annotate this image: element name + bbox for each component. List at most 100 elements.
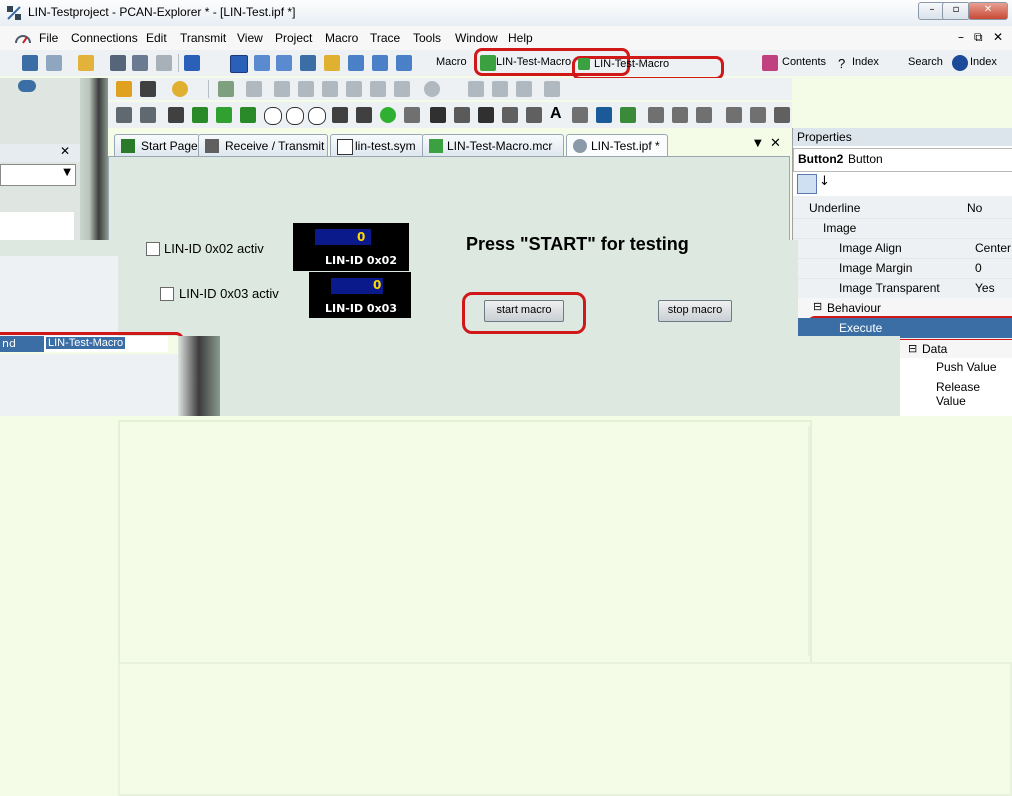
- left-selected-key[interactable]: nd: [0, 336, 44, 352]
- stop-macro-button[interactable]: stop macro: [658, 300, 732, 322]
- window-grid-icon[interactable]: [348, 55, 364, 71]
- battery-icon[interactable]: [192, 107, 208, 123]
- left-panel-close-button[interactable]: ✕: [60, 144, 70, 158]
- help-index2-button[interactable]: Index: [970, 56, 997, 68]
- redo-icon[interactable]: [394, 81, 410, 97]
- settings-icon[interactable]: [774, 107, 790, 123]
- window-stack-icon[interactable]: [372, 55, 388, 71]
- prop-row-image[interactable]: Image: [793, 218, 1012, 239]
- help-search-button[interactable]: Search: [908, 56, 943, 68]
- stop-icon[interactable]: [246, 81, 262, 97]
- mdi-document-icon[interactable]: [14, 30, 32, 46]
- spark-icon[interactable]: [478, 107, 494, 123]
- checkbox-tool-icon[interactable]: [184, 55, 200, 71]
- grid-icon[interactable]: [726, 107, 742, 123]
- tab-close-button[interactable]: ✕: [770, 136, 781, 151]
- folder-panel-icon[interactable]: [324, 55, 340, 71]
- label-icon[interactable]: [430, 107, 446, 123]
- prop-row-image-margin[interactable]: Image Margin 0: [793, 258, 1012, 279]
- lamp-icon[interactable]: [380, 107, 396, 123]
- window-cascade-icon[interactable]: [276, 55, 292, 71]
- pointer-icon[interactable]: [116, 107, 132, 123]
- menu-edit[interactable]: Edit: [146, 31, 167, 45]
- prop-row-underline[interactable]: Underline No: [793, 198, 1012, 219]
- text-tool-icon[interactable]: A: [550, 105, 562, 123]
- window-tile-icon[interactable]: [254, 55, 270, 71]
- menu-help[interactable]: Help: [508, 31, 533, 45]
- tab-lin-test-macro[interactable]: LIN-Test-Macro.mcr: [422, 134, 564, 157]
- delete-icon[interactable]: [346, 81, 362, 97]
- lin-id-03-checkbox[interactable]: [160, 287, 174, 301]
- menu-transmit[interactable]: Transmit: [180, 31, 226, 45]
- window-layout-icon[interactable]: [230, 55, 248, 73]
- line-chart-icon[interactable]: [648, 107, 664, 123]
- timer-icon[interactable]: [172, 81, 188, 97]
- prop-row-push-value[interactable]: Push Value: [936, 360, 997, 374]
- lightning-icon[interactable]: [140, 107, 156, 123]
- dial-icon[interactable]: [286, 107, 304, 125]
- lin-id-02-checkbox[interactable]: [146, 242, 160, 256]
- menu-tools[interactable]: Tools: [413, 31, 441, 45]
- splitter-lower[interactable]: [178, 336, 220, 416]
- start-macro-button[interactable]: start macro: [484, 300, 564, 322]
- align3-icon[interactable]: [516, 81, 532, 97]
- new-project-icon[interactable]: [22, 55, 38, 71]
- grid2-icon[interactable]: [750, 107, 766, 123]
- button-icon[interactable]: [240, 107, 256, 123]
- find-icon[interactable]: [424, 81, 440, 97]
- left-panel-combo[interactable]: ▼: [0, 164, 76, 186]
- menu-trace[interactable]: Trace: [370, 31, 400, 45]
- align2-icon[interactable]: [492, 81, 508, 97]
- connect-icon[interactable]: [116, 81, 132, 97]
- close-button[interactable]: ✕: [968, 2, 1008, 20]
- bring-front-icon[interactable]: [544, 81, 560, 97]
- edit-trace-icon[interactable]: [696, 107, 712, 123]
- paste-icon[interactable]: [322, 81, 338, 97]
- mdi-close-button[interactable]: ✕: [993, 30, 1003, 44]
- hex-icon[interactable]: [502, 107, 518, 123]
- cut-icon[interactable]: [274, 81, 290, 97]
- window-split-icon[interactable]: [396, 55, 412, 71]
- restore-button[interactable]: ▫: [942, 2, 970, 20]
- chart-icon[interactable]: [404, 107, 420, 123]
- pen-icon[interactable]: [526, 107, 542, 123]
- alphabetical-icon[interactable]: ↓: [819, 174, 830, 189]
- menu-macro[interactable]: Macro: [325, 31, 358, 45]
- splitter[interactable]: [80, 78, 108, 248]
- prop-row-image-align[interactable]: Image Align Center: [793, 238, 1012, 259]
- bar-icon[interactable]: [356, 107, 372, 123]
- help-index-button[interactable]: Index: [852, 56, 879, 68]
- save-icon[interactable]: [110, 55, 126, 71]
- menu-connections[interactable]: Connections: [71, 31, 138, 45]
- left-selected-value[interactable]: LIN-Test-Macro: [44, 336, 168, 352]
- menu-window[interactable]: Window: [455, 31, 498, 45]
- gauge-icon[interactable]: [264, 107, 282, 125]
- prop-row-execute[interactable]: Execute: [793, 318, 1012, 338]
- align-icon[interactable]: [468, 81, 484, 97]
- led-icon[interactable]: [216, 107, 232, 123]
- copy-icon[interactable]: [298, 81, 314, 97]
- macro-combo[interactable]: LIN-Test-Macro: [496, 56, 571, 68]
- tab-list-dropdown[interactable]: ▼: [754, 138, 762, 149]
- meter-icon[interactable]: [308, 107, 326, 125]
- trace-icon[interactable]: [672, 107, 688, 123]
- open-folder-icon[interactable]: [78, 55, 94, 71]
- panel-group-icon[interactable]: [620, 107, 636, 123]
- prop-row-release-value[interactable]: Release Value: [936, 380, 1012, 408]
- display-icon[interactable]: [454, 107, 470, 123]
- picture-icon[interactable]: [596, 107, 612, 123]
- print-icon[interactable]: [156, 55, 172, 71]
- macro-run-icon[interactable]: [480, 55, 496, 71]
- help-contents-button[interactable]: Contents: [782, 56, 826, 68]
- categorized-icon[interactable]: [797, 174, 817, 194]
- check-icon[interactable]: [218, 81, 234, 97]
- slider-icon[interactable]: [332, 107, 348, 123]
- properties-object-selector[interactable]: Button2 Button: [793, 148, 1012, 172]
- save-all-icon[interactable]: [132, 55, 148, 71]
- tab-start-page[interactable]: Start Page: [114, 134, 200, 157]
- mdi-minimize-button[interactable]: –: [958, 30, 964, 44]
- prop-row-image-transparent[interactable]: Image Transparent Yes: [793, 278, 1012, 299]
- new-file-icon[interactable]: [46, 55, 62, 71]
- menu-file[interactable]: File: [39, 31, 58, 45]
- mdi-restore-button[interactable]: ⧉: [974, 30, 983, 45]
